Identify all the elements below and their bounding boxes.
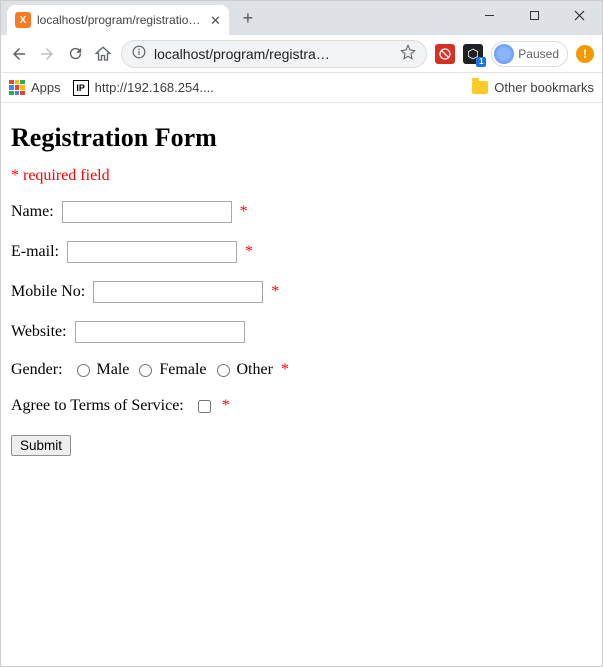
- omnibox[interactable]: localhost/program/registra…: [121, 40, 427, 68]
- site-info-icon[interactable]: [132, 45, 146, 62]
- name-input[interactable]: [62, 201, 232, 223]
- gender-female-text: Female: [159, 361, 206, 378]
- avatar-icon: [494, 44, 514, 64]
- required-asterisk: *: [281, 361, 289, 378]
- gender-other-radio[interactable]: [217, 364, 230, 377]
- profile-chip[interactable]: Paused: [491, 41, 568, 67]
- bookmarks-bar: Apps IP http://192.168.254.... Other boo…: [1, 73, 602, 103]
- bookmark-ip-label: http://192.168.254....: [95, 80, 214, 95]
- new-tab-button[interactable]: +: [235, 5, 261, 31]
- label-gender: Gender:: [11, 361, 63, 378]
- mobile-input[interactable]: [93, 281, 263, 303]
- required-note: * required field: [11, 167, 592, 185]
- other-bookmarks[interactable]: Other bookmarks: [472, 80, 594, 95]
- tos-checkbox[interactable]: [198, 400, 211, 413]
- email-input[interactable]: [67, 241, 237, 263]
- forward-button[interactable]: [37, 44, 57, 64]
- required-asterisk: *: [245, 243, 253, 260]
- row-email: E-mail: *: [11, 241, 592, 263]
- browser-titlebar: X localhost/program/registration.p ✕ +: [1, 1, 602, 35]
- minimize-button[interactable]: [467, 1, 512, 29]
- label-website: Website:: [11, 323, 67, 340]
- row-gender: Gender: Male Female Other *: [11, 361, 592, 379]
- row-website: Website:: [11, 321, 592, 343]
- tab-title: localhost/program/registration.p: [37, 13, 202, 27]
- gender-other-text: Other: [237, 361, 273, 378]
- label-name: Name:: [11, 203, 54, 220]
- extension-cube-icon[interactable]: 1: [463, 44, 483, 64]
- apps-shortcut[interactable]: Apps: [9, 80, 61, 96]
- chrome-menu-button[interactable]: !: [576, 45, 594, 63]
- close-window-button[interactable]: [557, 1, 602, 29]
- gender-male-radio[interactable]: [77, 364, 90, 377]
- website-input[interactable]: [75, 321, 245, 343]
- xampp-favicon-icon: X: [15, 12, 31, 28]
- label-tos: Agree to Terms of Service:: [11, 397, 184, 414]
- browser-tab[interactable]: X localhost/program/registration.p ✕: [7, 5, 229, 35]
- page-title: Registration Form: [11, 123, 592, 153]
- required-asterisk: *: [240, 203, 248, 220]
- row-name: Name: *: [11, 201, 592, 223]
- label-mobile: Mobile No:: [11, 283, 85, 300]
- close-tab-icon[interactable]: ✕: [210, 14, 221, 27]
- apps-grid-icon: [9, 80, 25, 96]
- extension-shield-icon[interactable]: [435, 44, 455, 64]
- window-controls: [467, 1, 602, 29]
- ip-favicon-icon: IP: [73, 80, 89, 96]
- submit-button[interactable]: Submit: [11, 435, 71, 456]
- home-button[interactable]: [93, 44, 113, 64]
- bookmark-star-icon[interactable]: [400, 44, 416, 63]
- reload-button[interactable]: [65, 44, 85, 64]
- row-mobile: Mobile No: *: [11, 281, 592, 303]
- gender-female-radio[interactable]: [139, 364, 152, 377]
- required-asterisk: *: [222, 397, 230, 414]
- profile-label: Paused: [518, 47, 559, 61]
- apps-label: Apps: [31, 80, 61, 95]
- maximize-button[interactable]: [512, 1, 557, 29]
- back-button[interactable]: [9, 44, 29, 64]
- page-content: Registration Form * required field Name:…: [1, 103, 602, 468]
- address-bar: localhost/program/registra… 1 Paused !: [1, 35, 602, 73]
- row-tos: Agree to Terms of Service: *: [11, 397, 592, 415]
- bookmark-ip[interactable]: IP http://192.168.254....: [73, 80, 214, 96]
- url-text: localhost/program/registra…: [154, 46, 330, 62]
- folder-icon: [472, 81, 488, 94]
- required-asterisk: *: [271, 283, 279, 300]
- extension-badge: 1: [476, 57, 486, 67]
- other-bookmarks-label: Other bookmarks: [494, 80, 594, 95]
- gender-male-text: Male: [97, 361, 130, 378]
- label-email: E-mail:: [11, 243, 59, 260]
